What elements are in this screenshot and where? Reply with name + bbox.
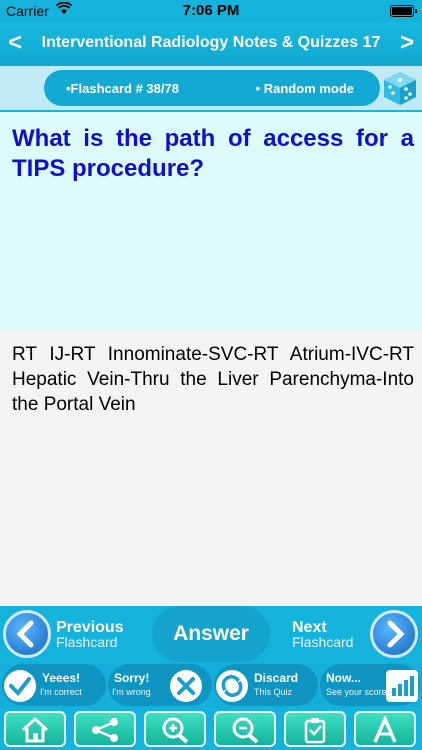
battery-icon: [390, 5, 417, 17]
zoom-in-button[interactable]: [144, 711, 206, 747]
clipboard-icon: [304, 718, 326, 744]
next-arrow-icon[interactable]: [370, 610, 418, 658]
previous-flashcard-button[interactable]: Previous Flashcard: [56, 620, 124, 650]
back-chevron-icon[interactable]: <: [8, 29, 22, 57]
answer-panel: RT IJ-RT Innominate-SVC-RT Atrium-IVC-RT…: [0, 330, 422, 606]
flashcard-counter: •Flashcard # 38/78: [66, 81, 179, 96]
home-icon: [21, 716, 49, 743]
score-subtitle: See your score: [326, 687, 387, 697]
discard-quiz-button[interactable]: Discard This Quiz: [214, 664, 318, 706]
info-strip: •Flashcard # 38/78 • Random mode: [0, 66, 422, 110]
answer-text: RT IJ-RT Innominate-SVC-RT Atrium-IVC-RT…: [12, 344, 414, 415]
flashcard-label: Flashcard: [292, 634, 354, 650]
chart-icon: [386, 670, 418, 702]
font-button[interactable]: [354, 711, 416, 747]
flashcard-info-pill: •Flashcard # 38/78 • Random mode: [44, 70, 380, 106]
toolbar: [0, 708, 422, 750]
previous-label: Previous: [56, 619, 124, 636]
zoom-out-button[interactable]: [214, 711, 276, 747]
score-title: Now...: [326, 671, 361, 685]
share-button[interactable]: [74, 711, 136, 747]
random-mode-label[interactable]: • Random mode: [256, 81, 354, 96]
home-button[interactable]: [4, 711, 66, 747]
previous-arrow-icon[interactable]: [3, 610, 51, 658]
flashcard-label: Flashcard: [56, 634, 118, 650]
checkmark-icon: [4, 670, 36, 702]
wrong-button[interactable]: Sorry! I'm wrong: [108, 664, 212, 706]
cross-icon: [170, 670, 202, 702]
font-icon: [373, 716, 397, 743]
score-button[interactable]: Now... See your score: [320, 664, 420, 706]
feedback-row: Yeees! I'm correct Sorry! I'm wrong Disc…: [0, 662, 422, 708]
page-title: Interventional Radiology Notes & Quizzes…: [41, 34, 381, 51]
title-bar: < Interventional Radiology Notes & Quizz…: [0, 22, 422, 66]
clock: 7:06 PM: [182, 2, 240, 19]
wrong-title: Sorry!: [114, 671, 150, 685]
share-icon: [92, 718, 118, 742]
forward-chevron-icon[interactable]: >: [400, 29, 414, 57]
flashcard-navigation: Previous Flashcard Answer Next Flashcard: [0, 606, 422, 662]
question-panel: What is the path of access for a TIPS pr…: [0, 110, 422, 330]
dice-icon[interactable]: [382, 70, 418, 106]
next-flashcard-button[interactable]: Next Flashcard: [292, 620, 353, 650]
answer-button[interactable]: Answer: [152, 606, 270, 662]
correct-title: Yeees!: [42, 671, 81, 685]
discard-title: Discard: [254, 671, 299, 685]
wrong-subtitle: I'm wrong: [112, 687, 151, 697]
notes-button[interactable]: [284, 711, 346, 747]
question-text: What is the path of access for a TIPS pr…: [12, 125, 414, 182]
zoom-out-icon: [232, 717, 259, 744]
status-bar: Carrier 7:06 PM: [0, 0, 422, 22]
recycle-icon: [216, 670, 248, 702]
zoom-in-icon: [162, 717, 189, 744]
correct-button[interactable]: Yeees! I'm correct: [2, 664, 106, 706]
next-label: Next: [292, 619, 327, 636]
correct-subtitle: I'm correct: [40, 687, 82, 697]
discard-subtitle: This Quiz: [254, 687, 293, 697]
